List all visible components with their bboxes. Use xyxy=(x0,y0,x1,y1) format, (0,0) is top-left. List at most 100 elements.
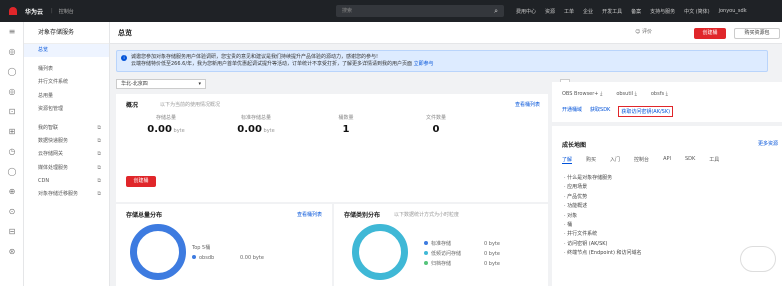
menu-item[interactable]: 数据快递服务 ⧉ xyxy=(24,135,109,148)
top-nav-item[interactable]: 费用中心 xyxy=(516,8,536,15)
tool-name: obsfs xyxy=(650,91,665,97)
metric-unit: byte xyxy=(261,128,275,134)
overview-subtitle: 以下为当前的使用情况概况 xyxy=(160,102,221,108)
menu-title: 对象存储服务 xyxy=(24,22,109,44)
sidebar-icon[interactable]: ⊙ xyxy=(0,202,24,222)
sidebar-icon[interactable]: ◷ xyxy=(0,142,24,162)
tool-link[interactable]: 获取访问密钥(AK/SK) xyxy=(618,106,674,117)
chevron-down-icon: ▾ xyxy=(198,81,201,87)
menu-item-label: 资源包管理 xyxy=(38,105,64,112)
growth-list-item[interactable]: · 桶 xyxy=(564,221,642,230)
overview-metric: 存储总量 0.00 byte xyxy=(121,114,211,135)
more-resources-link[interactable]: 更多资源 xyxy=(758,140,778,147)
type-dist-title: 存储类别分布 xyxy=(344,212,381,219)
brand-name[interactable]: 华为云 xyxy=(25,7,43,16)
buy-package-button[interactable]: 购买资源包 xyxy=(734,28,780,39)
region-select[interactable]: 华北-北京四 ▾ xyxy=(116,79,206,89)
tool-item[interactable]: obsutil ⤓ xyxy=(616,91,637,97)
sidebar-icon[interactable]: ⊛ xyxy=(0,242,24,262)
growth-tab[interactable]: 入门 xyxy=(610,156,620,164)
top-nav-item[interactable]: 备案 xyxy=(631,8,641,15)
growth-list-item[interactable]: · 功能概述 xyxy=(564,202,642,211)
growth-tab[interactable]: 了解 xyxy=(562,156,573,164)
top-nav-item[interactable]: 企业 xyxy=(583,8,593,15)
menu-item-label: 桶列表 xyxy=(38,66,54,73)
overview-metric: 文件数量 0 xyxy=(391,114,481,135)
sidebar-icon[interactable]: ⊞ xyxy=(0,122,24,142)
menu-item[interactable]: 云存储网关 ⧉ xyxy=(24,148,109,161)
page-header: 总览 ☺ 评价 创建桶 购买资源包 xyxy=(110,22,782,44)
top-nav-item[interactable]: jonyou_sdk xyxy=(719,8,747,14)
menu-item[interactable]: 总用量 xyxy=(24,90,109,103)
growth-list-item[interactable]: · 访问密钥 (AK/SK) xyxy=(564,240,642,249)
tool-link[interactable]: 开通桶域 xyxy=(562,106,582,117)
menu-item-label: 对象存储迁移服务 xyxy=(38,190,79,197)
tool-item[interactable]: OBS Browser+ ⤓ xyxy=(562,91,602,97)
growth-list-item[interactable]: · 产品优势 xyxy=(564,193,642,202)
growth-list-item[interactable]: · 对象 xyxy=(564,212,642,221)
menu-item[interactable]: 总览 xyxy=(24,44,109,58)
search-input[interactable]: 搜索 ⌕ xyxy=(336,5,504,17)
growth-tab[interactable]: 工具 xyxy=(709,156,719,164)
top-nav-item[interactable]: 工单 xyxy=(564,8,574,15)
top-nav-item[interactable]: 资源 xyxy=(545,8,555,15)
metric-label: 文件数量 xyxy=(425,115,446,121)
console-link[interactable]: 控制台 xyxy=(59,8,74,15)
menu-item[interactable]: 并行文件系统 xyxy=(24,76,109,89)
type-donut-chart xyxy=(352,224,408,280)
view-buckets-link[interactable]: 查看桶列表 xyxy=(515,101,540,108)
sidebar-icon[interactable]: ⊕ xyxy=(0,182,24,202)
create-bucket-button[interactable]: 创建桶 xyxy=(694,28,726,39)
menu-item[interactable]: 桶列表 xyxy=(24,63,109,76)
sidebar-icon[interactable]: ⊟ xyxy=(0,222,24,242)
menu-item[interactable]: 媒体处理服务 ⧉ xyxy=(24,162,109,175)
create-bucket-button-2[interactable]: 创建桶 xyxy=(126,176,156,187)
growth-list-item[interactable]: · 并行文件系统 xyxy=(564,230,642,239)
sidebar-icon[interactable]: ◯ xyxy=(0,62,24,82)
external-link-icon: ⧉ xyxy=(97,177,101,184)
external-link-icon: ⧉ xyxy=(97,124,101,131)
dist-view-link[interactable]: 查看桶列表 xyxy=(297,211,322,218)
notice-link[interactable]: 立即参与 xyxy=(414,61,434,67)
menu-item-label: 云存储网关 xyxy=(38,151,64,158)
growth-list-item[interactable]: · 什么是对象存储服务 xyxy=(564,174,642,183)
menu-item-label: 并行文件系统 xyxy=(38,79,69,86)
sidebar-icon[interactable]: ◎ xyxy=(0,42,24,62)
growth-tab[interactable]: API xyxy=(663,156,671,164)
menu-item-label: 媒体处理服务 xyxy=(38,164,69,171)
metric-unit: byte xyxy=(171,128,185,134)
sidebar-icon[interactable]: ⊡ xyxy=(0,102,24,122)
sidebar-icon[interactable]: ◎ xyxy=(0,82,24,102)
tool-link[interactable]: 获取SDK xyxy=(590,106,610,117)
external-link-icon: ⧉ xyxy=(97,164,101,171)
huawei-logo-icon[interactable] xyxy=(6,6,20,16)
top-nav-item[interactable]: 中文 (简体) xyxy=(684,8,710,15)
menu-item[interactable]: 资源包管理 xyxy=(24,103,109,116)
growth-list-item[interactable]: · 终端节点 (Endpoint) 和访问域名 xyxy=(564,249,642,258)
metric-value: 0.00 byte xyxy=(237,124,275,135)
dist-title: 存储总量分布 xyxy=(126,212,163,219)
menu-item[interactable]: 我的智联 ⧉ xyxy=(24,122,109,135)
external-link-icon: ⧉ xyxy=(97,190,101,197)
download-icon: ⤓ xyxy=(633,91,637,97)
growth-list-item[interactable]: · 应用场景 xyxy=(564,183,642,192)
storage-donut-chart xyxy=(130,224,186,280)
menu-item[interactable]: CDN ⧉ xyxy=(24,175,109,188)
menu-item[interactable]: 对象存储迁移服务 ⧉ xyxy=(24,188,109,201)
metric-label: 标准存储总量 xyxy=(240,115,271,121)
overview-metric: 桶数量 1 xyxy=(301,114,391,135)
top-nav-item[interactable]: 开发工具 xyxy=(602,8,622,15)
top-nav-item[interactable]: 支持与服务 xyxy=(650,8,675,15)
growth-tab[interactable]: 控制台 xyxy=(634,156,649,164)
external-link-icon: ⧉ xyxy=(97,138,101,145)
rate-link[interactable]: ☺ 评价 xyxy=(635,28,652,35)
growth-tab[interactable]: 购买 xyxy=(586,156,596,164)
tool-item[interactable]: obsfs ⤓ xyxy=(651,91,668,97)
tool-name: OBS Browser+ xyxy=(562,91,599,97)
growth-tab[interactable]: SDK xyxy=(685,156,695,164)
bucket-size: 0.00 byte xyxy=(240,255,264,261)
sidebar-icon[interactable]: ≡ xyxy=(0,22,24,42)
info-icon: i xyxy=(121,55,127,61)
sidebar-icon[interactable]: ◯ xyxy=(0,162,24,182)
search-icon[interactable]: ⌕ xyxy=(494,5,498,17)
